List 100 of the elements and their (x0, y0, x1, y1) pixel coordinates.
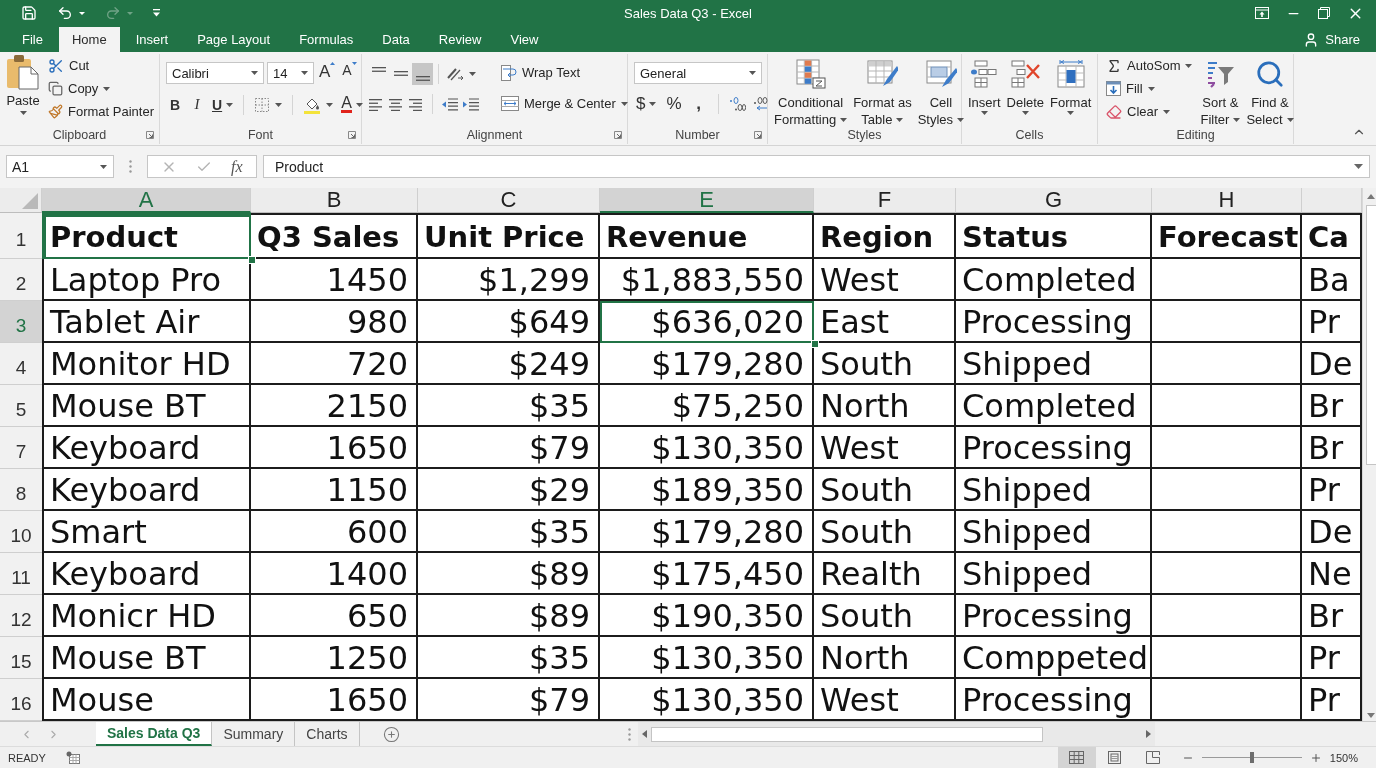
insert-function-button[interactable]: fx (231, 157, 243, 176)
bold-button[interactable]: B (166, 93, 184, 116)
increase-decimal-icon[interactable] (728, 97, 746, 111)
dialog-launcher-icon[interactable] (614, 131, 622, 139)
row-header[interactable]: 11 (0, 553, 42, 595)
top-align-icon (371, 66, 386, 72)
sigma-icon (1106, 57, 1122, 74)
row-header[interactable]: 5 (0, 385, 42, 427)
zoom-slider[interactable] (1201, 753, 1302, 762)
number-format-dropdown[interactable]: General (634, 62, 762, 84)
scroll-up-icon[interactable] (1367, 194, 1376, 199)
normal-view-button[interactable] (1057, 747, 1096, 768)
eraser-icon (1106, 103, 1122, 120)
ribbon-tab[interactable]: Insert (122, 27, 182, 52)
dialog-launcher-icon[interactable] (146, 131, 154, 139)
shrink-font-button[interactable]: A (340, 62, 359, 84)
dialog-launcher-icon[interactable] (754, 131, 762, 139)
styles-button[interactable]: Format as Table (853, 54, 912, 128)
wrap-text-button[interactable]: Wrap Text (499, 61, 630, 84)
font-size-dropdown[interactable]: 14 (267, 62, 314, 84)
underline-button[interactable]: U (210, 93, 236, 116)
row-header[interactable]: 3 (0, 301, 42, 343)
macro-record-icon[interactable] (65, 751, 80, 764)
sheet-tab[interactable]: Sales Data Q3 (96, 722, 213, 746)
row-header[interactable]: 4 (0, 343, 42, 385)
share-button[interactable]: Share (1303, 27, 1360, 52)
ribbon-display-icon[interactable] (1255, 7, 1269, 19)
restore-icon[interactable] (1318, 7, 1330, 19)
align-center-icon[interactable] (388, 97, 403, 111)
autosum-button[interactable]: AutoSom (1104, 54, 1195, 77)
cut-button[interactable]: Cut (46, 54, 156, 77)
vertical-dots-icon[interactable] (129, 160, 132, 173)
comma-button[interactable]: , (689, 93, 708, 115)
name-box[interactable]: A1 (6, 155, 114, 178)
cells-button[interactable]: Delete (1006, 54, 1045, 115)
scroll-left-icon[interactable] (641, 730, 647, 738)
fill-button[interactable]: Fill (1104, 77, 1195, 100)
column-header[interactable]: C (418, 188, 600, 213)
align-right-icon[interactable] (408, 97, 423, 111)
font-name-dropdown[interactable]: Calibri (166, 62, 264, 84)
save-icon[interactable] (21, 5, 37, 21)
column-header[interactable]: F (814, 188, 956, 213)
column-header[interactable]: G (956, 188, 1152, 213)
ribbon-tab[interactable]: View (497, 27, 552, 52)
italic-button[interactable]: I (188, 93, 206, 116)
row-header[interactable]: 15 (0, 637, 42, 679)
cells-button[interactable]: Insert (968, 54, 1001, 115)
fill-handle[interactable] (811, 340, 819, 348)
font-color-button[interactable]: A (339, 93, 365, 116)
grow-font-button[interactable]: A (317, 62, 338, 84)
styles-button[interactable]: Cell Styles (917, 54, 965, 128)
scrollbar-thumb[interactable] (650, 726, 1043, 742)
ribbon-tab[interactable]: Formulas (286, 27, 367, 52)
row-header[interactable]: 12 (0, 595, 42, 637)
row-header[interactable]: 8 (0, 469, 42, 511)
copy-button[interactable]: Copy (46, 77, 156, 100)
scrollbar-thumb[interactable] (1365, 205, 1376, 465)
borders-icon (254, 96, 271, 113)
column-header[interactable]: H (1152, 188, 1302, 213)
ribbon-tab[interactable]: Page Layout (184, 27, 284, 52)
row-header[interactable]: 10 (0, 511, 42, 553)
fill-handle[interactable] (248, 256, 256, 264)
zoom-slider-thumb[interactable] (1249, 752, 1254, 763)
percent-button[interactable]: % (664, 93, 684, 115)
find-select-button[interactable]: Find & Select (1246, 54, 1294, 128)
ribbon-tab[interactable]: File (9, 27, 56, 52)
cells-button[interactable]: Format (1050, 54, 1092, 115)
decrease-decimal-icon[interactable] (751, 97, 769, 111)
scroll-right-icon[interactable] (1145, 730, 1151, 738)
ribbon-tab[interactable]: Home (58, 27, 120, 52)
decrease-indent-icon[interactable] (442, 97, 458, 111)
column-header[interactable]: E (600, 188, 814, 213)
styles-button[interactable]: Conditional Formatting (774, 54, 848, 128)
column-header[interactable]: A (42, 188, 251, 213)
row-header[interactable]: 7 (0, 427, 42, 469)
increase-indent-icon[interactable] (463, 97, 479, 111)
currency-button[interactable]: $ (634, 93, 659, 115)
add-sheet-icon[interactable] (382, 725, 400, 743)
column-header[interactable]: B (251, 188, 418, 213)
undo-icon[interactable] (57, 5, 73, 21)
paste-button[interactable]: Paste (6, 54, 40, 115)
bottom-align-button[interactable] (412, 62, 433, 85)
zoom-in-icon[interactable] (1309, 751, 1322, 764)
scroll-down-icon[interactable] (1367, 713, 1376, 718)
dialog-launcher-icon[interactable] (348, 131, 356, 139)
caret-icon (749, 71, 756, 75)
customize-icon[interactable] (153, 9, 160, 17)
align-left-icon[interactable] (368, 97, 383, 111)
vertical-dots-icon[interactable] (627, 727, 631, 741)
ribbon-tab[interactable]: Review (425, 27, 495, 52)
sort-filter-button[interactable]: Sort & Filter (1200, 54, 1241, 128)
row-header[interactable]: 2 (0, 259, 42, 301)
row-header[interactable]: 1 (0, 213, 42, 259)
row-header[interactable]: 16 (0, 679, 42, 721)
format-painter-button[interactable]: Format Painter (46, 100, 156, 123)
ribbon-tab[interactable]: Data (369, 27, 423, 52)
formula-field[interactable]: Product (263, 155, 1370, 178)
table-cell: Shipped (956, 553, 1152, 595)
clear-button[interactable]: Clear (1104, 100, 1195, 123)
merge-center-button[interactable]: Merge & Center (499, 92, 630, 115)
